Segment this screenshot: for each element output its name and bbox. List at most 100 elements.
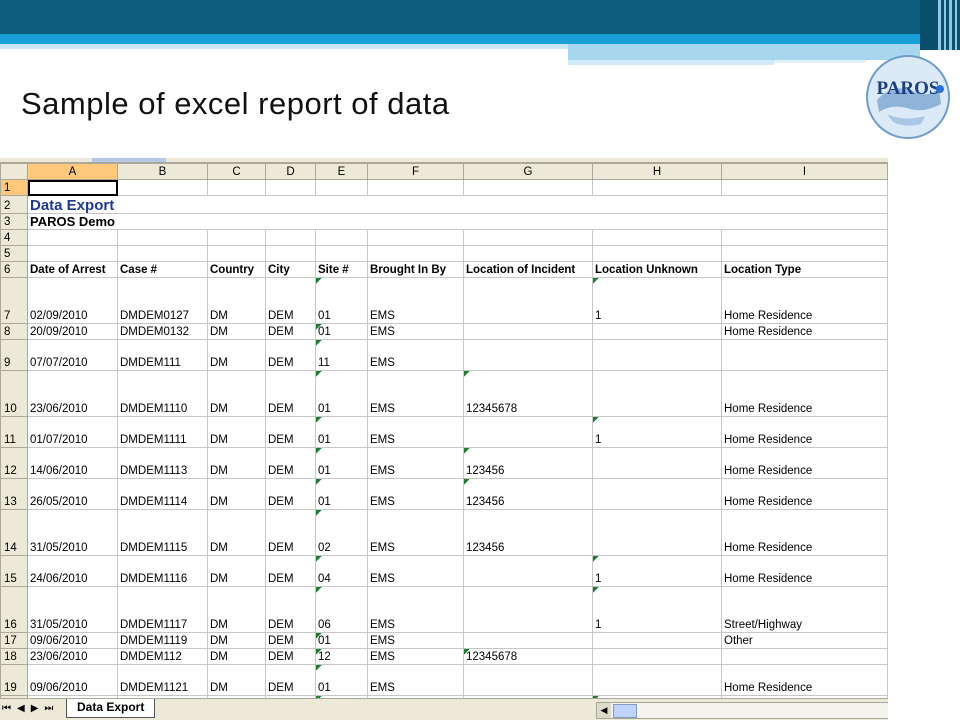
cell[interactable] (463, 586, 593, 633)
cell[interactable] (117, 245, 208, 262)
cell[interactable]: DEM (265, 648, 316, 665)
cell[interactable]: 01 (315, 632, 368, 649)
cell[interactable] (721, 245, 888, 262)
row-header[interactable]: 10 (0, 370, 28, 417)
report-subtitle[interactable]: PAROS Demo (27, 213, 888, 230)
cell[interactable]: DMDEM1114 (117, 478, 208, 510)
cell[interactable] (315, 229, 368, 246)
active-cell[interactable] (27, 179, 118, 196)
cell[interactable]: DM (207, 277, 266, 324)
row-header[interactable]: 11 (0, 416, 28, 448)
cell[interactable]: 24/06/2010 (27, 555, 118, 587)
cell[interactable] (367, 229, 464, 246)
row-header[interactable]: 2 (0, 195, 28, 214)
scroll-thumb[interactable] (613, 704, 637, 718)
column-title[interactable]: Location Unknown (592, 261, 722, 278)
cell[interactable]: DMDEM1121 (117, 664, 208, 696)
cell[interactable]: Home Residence (721, 509, 888, 556)
cell[interactable] (463, 555, 593, 587)
row-header[interactable]: 14 (0, 509, 28, 556)
row-header[interactable]: 7 (0, 277, 28, 324)
cell[interactable]: DM (207, 555, 266, 587)
cell[interactable]: DMDEM1116 (117, 555, 208, 587)
cell[interactable] (592, 632, 722, 649)
cell[interactable] (265, 245, 316, 262)
cell[interactable]: DMDEM0132 (117, 323, 208, 340)
cell[interactable]: DEM (265, 632, 316, 649)
cell[interactable]: DM (207, 339, 266, 371)
cell[interactable]: 04 (315, 555, 368, 587)
cell[interactable]: Home Residence (721, 555, 888, 587)
cell[interactable]: DM (207, 478, 266, 510)
column-title[interactable]: Case # (117, 261, 208, 278)
row-header[interactable]: 18 (0, 648, 28, 665)
cell[interactable]: DEM (265, 509, 316, 556)
cell[interactable]: Home Residence (721, 323, 888, 340)
row-header[interactable]: 8 (0, 323, 28, 340)
cell[interactable]: DMDEM1117 (117, 586, 208, 633)
cell[interactable]: DM (207, 447, 266, 479)
cell[interactable]: Home Residence (721, 664, 888, 696)
cell[interactable] (592, 339, 722, 371)
cell[interactable]: 14/06/2010 (27, 447, 118, 479)
cell[interactable]: Home Residence (721, 416, 888, 448)
cell[interactable]: DEM (265, 664, 316, 696)
cell[interactable]: 26/05/2010 (27, 478, 118, 510)
cell[interactable]: EMS (367, 586, 464, 633)
cell[interactable]: 01 (315, 664, 368, 696)
cell[interactable]: DEM (265, 586, 316, 633)
cell[interactable]: 11 (315, 339, 368, 371)
row-header[interactable]: 9 (0, 339, 28, 371)
cell[interactable] (27, 229, 118, 246)
cell[interactable] (463, 323, 593, 340)
cell[interactable] (207, 245, 266, 262)
cell[interactable] (315, 245, 368, 262)
column-title[interactable]: Location of Incident (463, 261, 593, 278)
cell[interactable] (721, 179, 888, 196)
row-header[interactable]: 17 (0, 632, 28, 649)
column-title[interactable]: Brought In By (367, 261, 464, 278)
cell[interactable]: 31/05/2010 (27, 509, 118, 556)
column-header-g[interactable]: G (463, 163, 593, 180)
cell[interactable] (117, 229, 208, 246)
cell[interactable]: DMDEM1119 (117, 632, 208, 649)
cell[interactable]: 01 (315, 277, 368, 324)
row-header[interactable]: 4 (0, 229, 28, 246)
column-header-e[interactable]: E (315, 163, 368, 180)
row-header[interactable]: 15 (0, 555, 28, 587)
scroll-left-arrow-icon[interactable]: ◀ (597, 703, 611, 718)
cell[interactable]: EMS (367, 509, 464, 556)
cell[interactable]: EMS (367, 416, 464, 448)
cell[interactable]: 01 (315, 478, 368, 510)
report-title[interactable]: Data Export (27, 195, 888, 214)
cell[interactable]: 20/09/2010 (27, 323, 118, 340)
cell[interactable]: EMS (367, 648, 464, 665)
cell[interactable]: DEM (265, 555, 316, 587)
cell[interactable]: DEM (265, 416, 316, 448)
cell[interactable]: DM (207, 664, 266, 696)
cell[interactable] (463, 277, 593, 324)
cell[interactable]: DMDEM1110 (117, 370, 208, 417)
cell[interactable]: 123456 (463, 478, 593, 510)
cell[interactable]: 09/06/2010 (27, 664, 118, 696)
cell[interactable]: Other (721, 632, 888, 649)
sheet-tab-data-export[interactable]: Data Export (66, 699, 156, 718)
cell[interactable]: 1 (592, 555, 722, 587)
cell[interactable]: 23/06/2010 (27, 648, 118, 665)
cell[interactable] (592, 323, 722, 340)
cell[interactable] (721, 648, 888, 665)
cell[interactable] (315, 179, 368, 196)
cell[interactable]: 12345678 (463, 648, 593, 665)
row-header[interactable]: 6 (0, 261, 28, 278)
cell[interactable] (592, 478, 722, 510)
cell[interactable] (592, 509, 722, 556)
cell[interactable]: 1 (592, 416, 722, 448)
column-header-a[interactable]: A (27, 163, 118, 180)
cell[interactable]: DM (207, 632, 266, 649)
row-header[interactable]: 13 (0, 478, 28, 510)
column-title[interactable]: Site # (315, 261, 368, 278)
cell[interactable]: DEM (265, 447, 316, 479)
cell[interactable] (592, 179, 722, 196)
cell[interactable]: DM (207, 509, 266, 556)
cell[interactable]: DEM (265, 323, 316, 340)
